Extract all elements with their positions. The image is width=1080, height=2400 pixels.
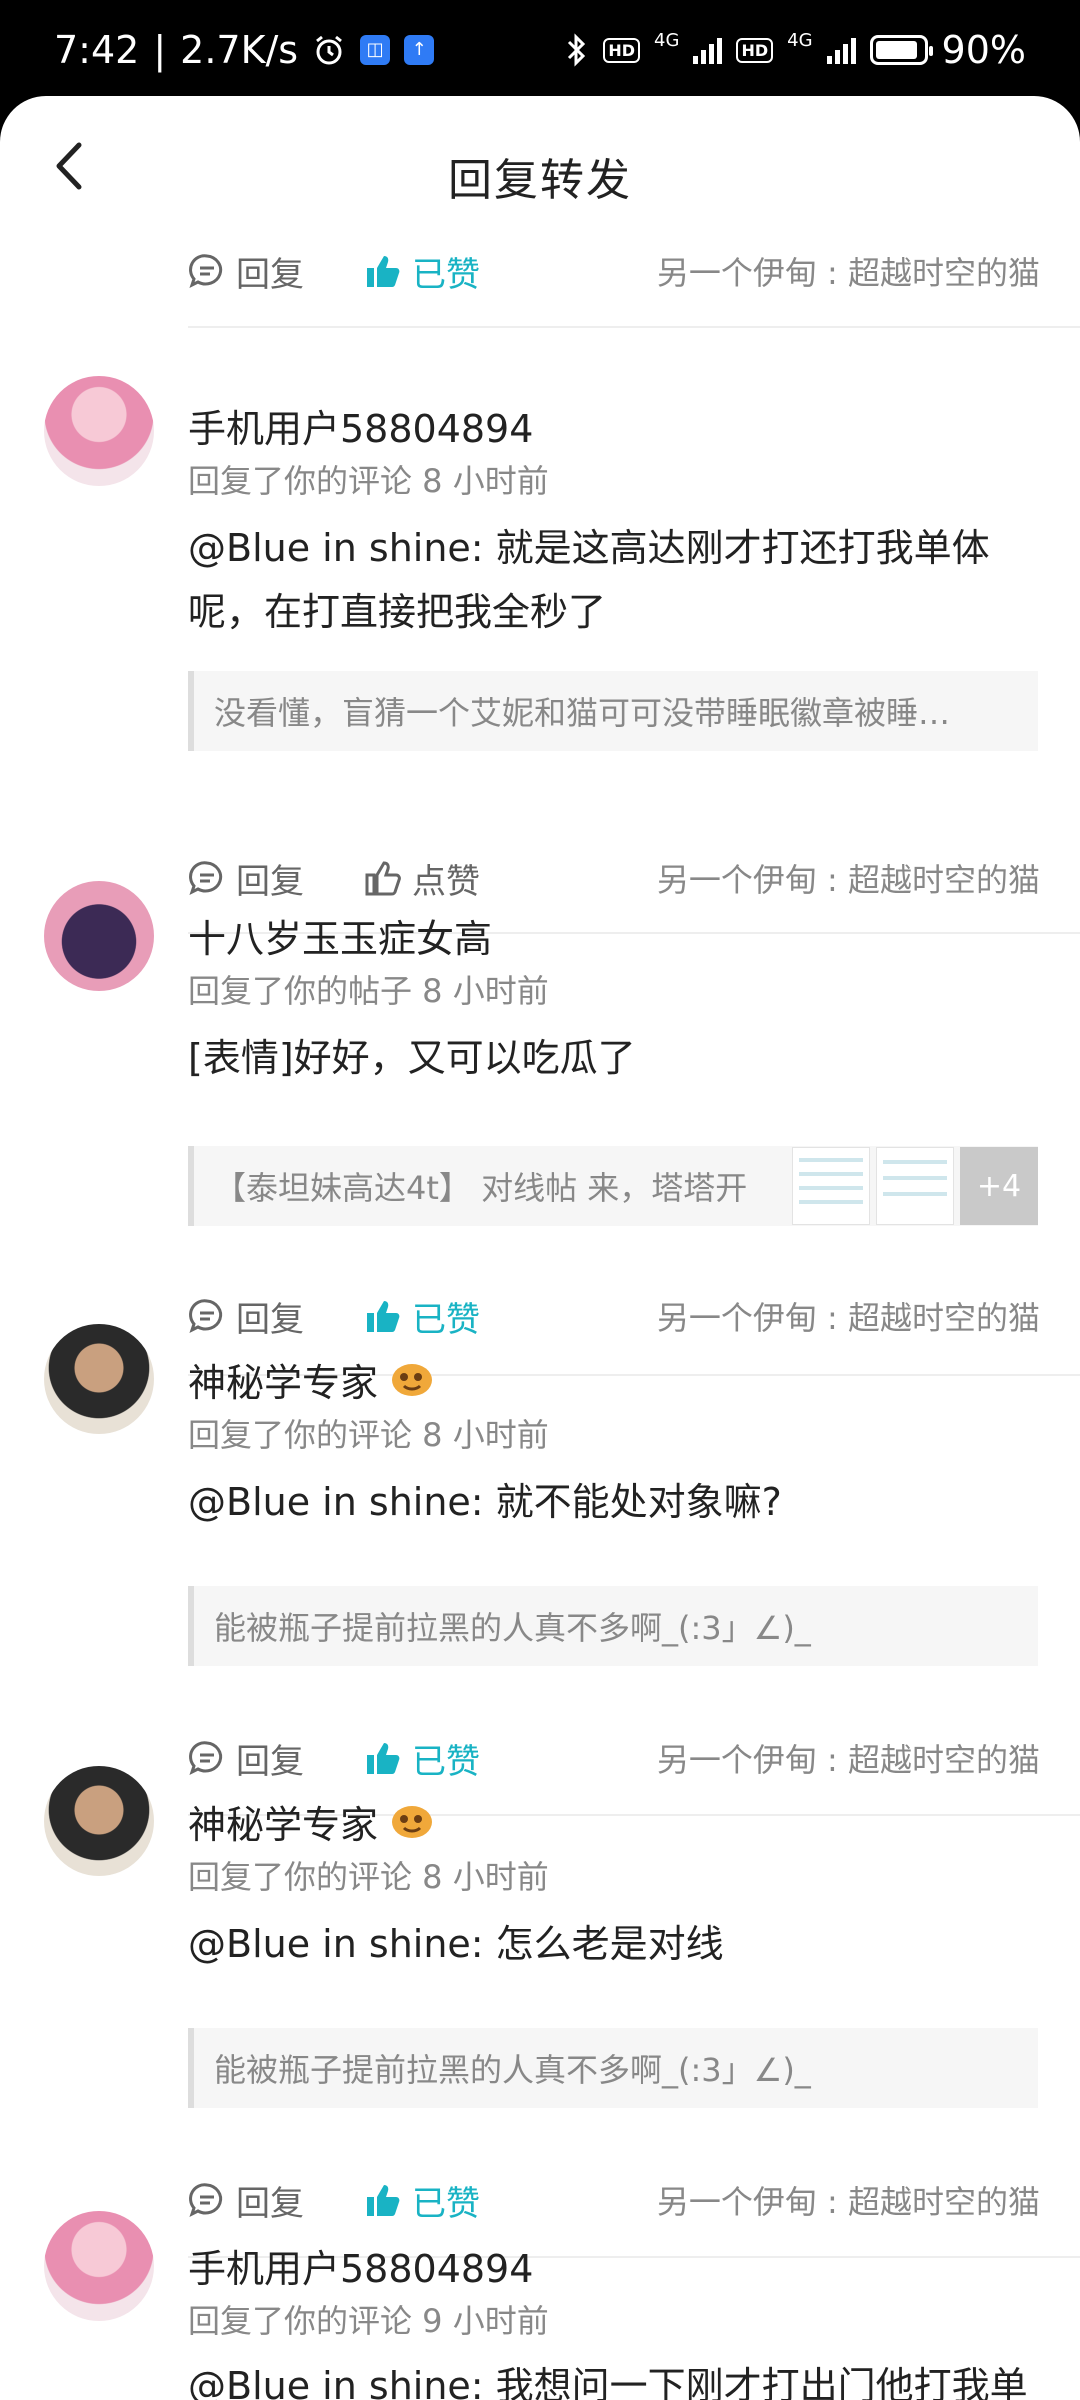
liked-label: 已赞 (412, 1741, 480, 1782)
reply-meta: 回复了你的评论 8 小时前 (188, 462, 549, 500)
liked-label: 已赞 (412, 254, 480, 295)
avatar[interactable] (44, 1324, 154, 1434)
reply-label: 回复 (236, 861, 304, 902)
comment-icon (189, 861, 223, 895)
level-badge-icon (392, 1805, 433, 1838)
quoted-post[interactable]: 【泰坦妹高达4t】 对线帖 来，塔塔开 +4 (188, 1146, 1038, 1226)
page-title: 回复转发 (448, 155, 632, 206)
reply-label: 回复 (236, 1741, 304, 1782)
network-type-2: 4G (787, 29, 813, 51)
like-label: 点赞 (412, 861, 480, 902)
thumbs-up-filled-icon (367, 256, 400, 287)
thumbs-up-outline-icon (365, 861, 401, 896)
post-thumbnails: +4 (792, 1147, 1038, 1225)
reply-button[interactable]: 回复 (188, 247, 304, 296)
action-row: 回复 已赞 另一个伊甸 : 超越时空的猫 (188, 241, 1040, 301)
hd-badge-2: HD (736, 37, 774, 63)
action-row: 回复 已赞 另一个伊甸 : 超越时空的猫 (188, 1286, 1040, 1346)
upload-notification-icon: ↑ (404, 35, 435, 65)
reply-target[interactable]: 另一个伊甸 : 超越时空的猫 (657, 1735, 1040, 1781)
quoted-comment[interactable]: 没看懂，盲猜一个艾妮和猫可可没带睡眠徽章被睡… (188, 671, 1038, 751)
screen: 回复转发 回复 已赞 另一个伊甸 : 超越时空的猫 手机用户58804894 回… (0, 96, 1080, 2400)
reply-content[interactable]: @Blue in shine: 我想问一下刚才打出门他打我单 (188, 2354, 1038, 2400)
divider (188, 326, 1080, 328)
status-bar: 7:42 | 2.7K/s ◫ ↑ HD 4G HD 4G 90% (0, 0, 1080, 100)
reply-button[interactable]: 回复 (188, 1734, 304, 1783)
reply-label: 回复 (236, 2183, 304, 2224)
avatar[interactable] (44, 376, 154, 486)
quoted-comment[interactable]: 能被瓶子提前拉黑的人真不多啊_(:3」∠)_ (188, 2028, 1038, 2108)
reply-content[interactable]: @Blue in shine: 就是这高达刚才打还打我单体呢，在打直接把我全秒了 (188, 516, 1038, 644)
action-row: 回复 点赞 另一个伊甸 : 超越时空的猫 (188, 848, 1040, 908)
reply-content[interactable]: @Blue in shine: 怎么老是对线 (188, 1912, 1038, 1976)
reply-meta: 回复了你的评论 8 小时前 (188, 1416, 549, 1454)
reply-target[interactable]: 另一个伊甸 : 超越时空的猫 (657, 248, 1040, 294)
alarm-icon (312, 33, 346, 67)
status-separator: | (153, 28, 167, 72)
reply-label: 回复 (236, 1299, 304, 1340)
comment-icon (189, 1299, 223, 1333)
reply-target[interactable]: 另一个伊甸 : 超越时空的猫 (657, 855, 1040, 901)
signal-icon (693, 36, 723, 64)
reply-content[interactable]: @Blue in shine: 就不能处对象嘛? (188, 1470, 1038, 1534)
comment-icon (189, 254, 223, 288)
username[interactable]: 手机用户58804894 (188, 2238, 533, 2293)
reply-meta: 回复了你的评论 8 小时前 (188, 1858, 549, 1896)
reply-target[interactable]: 另一个伊甸 : 超越时空的猫 (657, 1293, 1040, 1339)
level-badge-icon (392, 1363, 433, 1396)
thumbs-up-filled-icon (367, 2185, 400, 2216)
like-button[interactable]: 已赞 (364, 2176, 480, 2225)
like-button[interactable]: 已赞 (364, 1734, 480, 1783)
status-time: 7:42 (54, 28, 140, 72)
thumbs-up-filled-icon (367, 1301, 400, 1332)
top-bar: 回复转发 (0, 96, 1080, 246)
reply-label: 回复 (236, 254, 304, 295)
username[interactable]: 手机用户58804894 (188, 398, 533, 453)
avatar[interactable] (44, 881, 154, 991)
action-row: 回复 已赞 另一个伊甸 : 超越时空的猫 (188, 1728, 1040, 1788)
status-speed: 2.7K/s (180, 28, 299, 72)
avatar[interactable] (44, 1766, 154, 1876)
network-type: 4G (654, 29, 680, 51)
like-button[interactable]: 已赞 (364, 247, 480, 296)
quoted-comment[interactable]: 能被瓶子提前拉黑的人真不多啊_(:3」∠)_ (188, 1586, 1038, 1666)
liked-label: 已赞 (412, 2183, 480, 2224)
avatar[interactable] (44, 2211, 154, 2321)
notification-app-icon: ◫ (360, 35, 391, 65)
reply-meta: 回复了你的评论 9 小时前 (188, 2302, 549, 2340)
thumbnail (876, 1147, 954, 1225)
comment-icon (189, 1741, 223, 1775)
signal-icon-2 (826, 36, 856, 64)
hd-badge: HD (603, 37, 641, 63)
action-row: 回复 已赞 另一个伊甸 : 超越时空的猫 (188, 2170, 1040, 2230)
comment-icon (189, 2183, 223, 2217)
username[interactable]: 神秘学专家 (188, 1352, 434, 1407)
username[interactable]: 十八岁玉玉症女高 (188, 908, 492, 963)
reply-content[interactable]: [表情]好好，又可以吃瓜了 (188, 1026, 1038, 1090)
reply-button[interactable]: 回复 (188, 854, 304, 903)
thumbnail (792, 1147, 870, 1225)
battery-icon (869, 35, 933, 65)
like-button[interactable]: 点赞 (364, 854, 480, 903)
reply-meta: 回复了你的帖子 8 小时前 (188, 972, 549, 1010)
more-images-badge: +4 (960, 1147, 1038, 1225)
bluetooth-icon (565, 32, 589, 68)
username[interactable]: 神秘学专家 (188, 1794, 434, 1849)
liked-label: 已赞 (412, 1299, 480, 1340)
reply-button[interactable]: 回复 (188, 1292, 304, 1341)
reply-button[interactable]: 回复 (188, 2176, 304, 2225)
battery-percent: 90% (941, 28, 1026, 72)
reply-target[interactable]: 另一个伊甸 : 超越时空的猫 (657, 2177, 1040, 2223)
like-button[interactable]: 已赞 (364, 1292, 480, 1341)
thumbs-up-filled-icon (367, 1743, 400, 1774)
